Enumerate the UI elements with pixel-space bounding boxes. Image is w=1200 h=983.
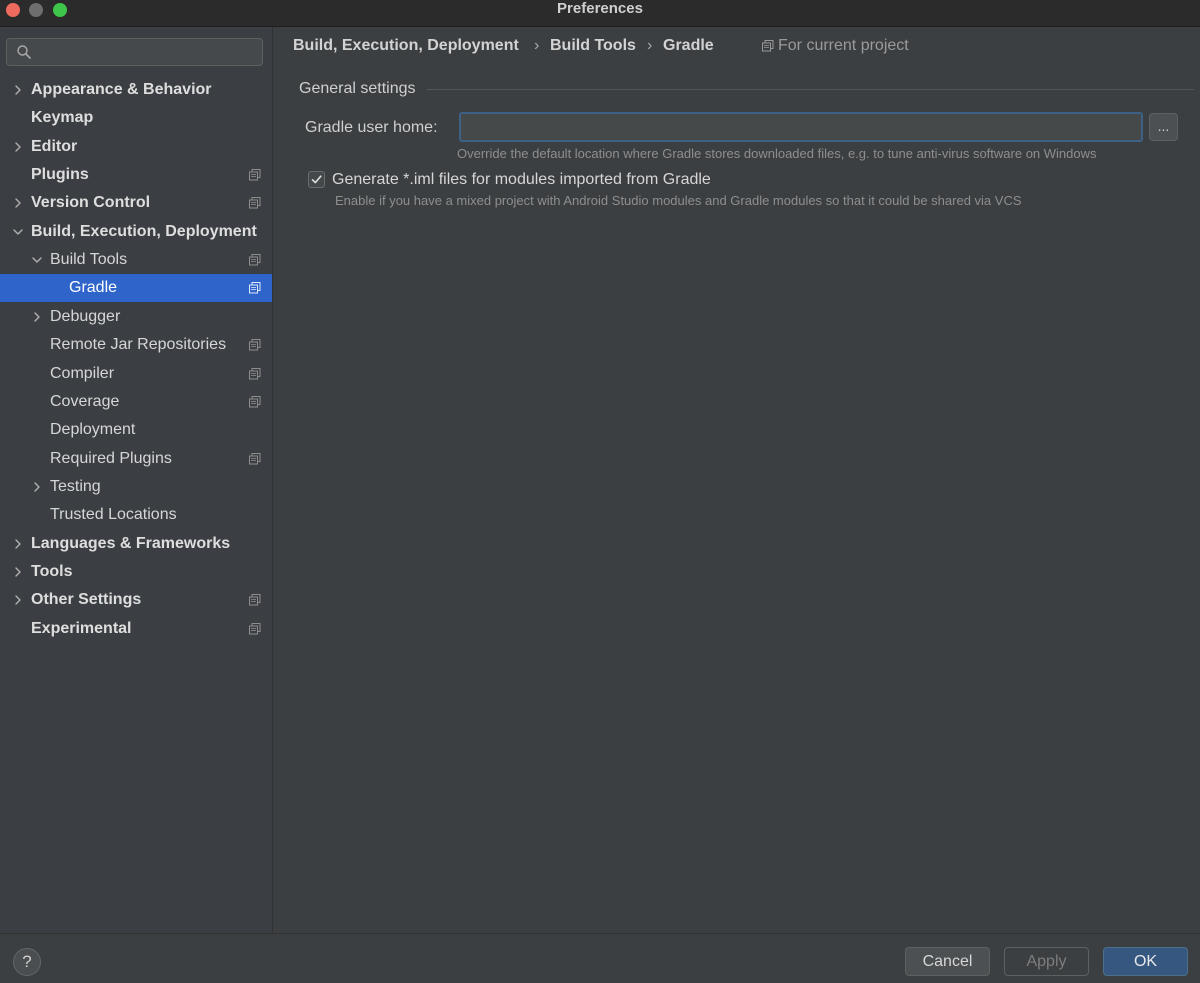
sidebar-item-label: Tools: [31, 562, 73, 580]
section-title: General settings: [299, 80, 416, 97]
settings-sidebar: Appearance & Behavior Keymap Editor Plugins…: [0, 27, 273, 933]
chevron-right-icon[interactable]: [11, 196, 25, 210]
sidebar-item-label: Build, Execution, Deployment: [31, 222, 257, 240]
project-scope-icon: [249, 395, 261, 408]
project-scope-icon: [249, 197, 261, 209]
checkmark-icon: [311, 175, 322, 184]
sidebar-item-label: Testing: [50, 477, 101, 495]
breadcrumb-separator: ›: [647, 37, 653, 54]
sidebar-item-coverage[interactable]: Coverage: [0, 388, 272, 416]
sidebar-item-build-execution-deployment[interactable]: Build, Execution, Deployment: [0, 218, 272, 246]
sidebar-item-editor[interactable]: Editor: [0, 133, 272, 161]
sidebar-item-keymap[interactable]: Keymap: [0, 104, 272, 132]
sidebar-item-label: Plugins: [31, 166, 89, 184]
sidebar-item-other-settings[interactable]: Other Settings: [0, 586, 272, 614]
sidebar-item-label: Compiler: [50, 364, 115, 382]
dialog-footer: ? Cancel Apply OK: [0, 933, 1200, 983]
gradle-user-home-label: Gradle user home:: [305, 119, 438, 136]
sidebar-item-appearance-behavior[interactable]: Appearance & Behavior: [0, 76, 272, 104]
project-scope-icon: [249, 452, 261, 465]
generate-iml-label[interactable]: Generate *.iml files for modules importe…: [332, 170, 711, 190]
sidebar-item-label: Editor: [31, 137, 78, 155]
project-scope-icon: [249, 339, 261, 351]
sidebar-item-label: Version Control: [31, 194, 151, 212]
title-bar: Preferences: [0, 0, 1200, 27]
sidebar-item-debugger[interactable]: Debugger: [0, 303, 272, 331]
sidebar-item-label: Deployment: [50, 421, 136, 439]
sidebar-item-label: Gradle: [69, 279, 118, 297]
project-scope-icon: [762, 40, 774, 52]
cancel-button[interactable]: Cancel: [905, 947, 990, 976]
sidebar-item-label: Required Plugins: [50, 449, 172, 467]
ok-button[interactable]: OK: [1103, 947, 1188, 976]
breadcrumb-item-build-tools: Build Tools: [550, 37, 636, 54]
chevron-right-icon[interactable]: [11, 140, 25, 154]
sidebar-item-label: Languages & Frameworks: [31, 534, 231, 552]
breadcrumb-item-build-execution-deployment: Build, Execution, Deployment: [293, 37, 519, 54]
chevron-right-icon[interactable]: [30, 480, 44, 494]
project-scope-icon: [249, 282, 261, 294]
sidebar-item-label: Other Settings: [31, 591, 142, 609]
generate-iml-checkbox[interactable]: [308, 171, 325, 188]
sidebar-item-languages-frameworks[interactable]: Languages & Frameworks: [0, 530, 272, 558]
breadcrumb-item-gradle: Gradle: [663, 37, 714, 54]
apply-button[interactable]: Apply: [1004, 947, 1089, 976]
preferences-window: Preferences Appearance & Behavior Keymap E…: [0, 0, 1200, 983]
sidebar-item-label: Appearance & Behavior: [31, 81, 212, 98]
project-scope-icon: [249, 254, 261, 266]
sidebar-item-remote-jar-repositories[interactable]: Remote Jar Repositories: [0, 331, 272, 359]
generate-iml-hint: Enable if you have a mixed project with …: [335, 193, 1022, 208]
sidebar-item-required-plugins[interactable]: Required Plugins: [0, 445, 272, 473]
sidebar-item-deployment[interactable]: Deployment: [0, 416, 272, 444]
sidebar-item-tools[interactable]: Tools: [0, 558, 272, 586]
project-scope-icon: [249, 622, 261, 635]
sidebar-item-gradle[interactable]: Gradle: [0, 274, 272, 303]
window-title: Preferences: [557, 0, 643, 17]
sidebar-item-label: Coverage: [50, 392, 120, 410]
gradle-user-home-input[interactable]: [459, 112, 1143, 142]
chevron-right-icon[interactable]: [30, 310, 44, 324]
sidebar-item-plugins[interactable]: Plugins: [0, 161, 272, 189]
sidebar-item-version-control[interactable]: Version Control: [0, 189, 272, 217]
search-icon: [17, 45, 31, 59]
help-button[interactable]: ?: [13, 948, 41, 976]
sidebar-item-label: Build Tools: [50, 251, 128, 269]
sidebar-item-label: Experimental: [31, 619, 132, 637]
chevron-right-icon[interactable]: [11, 537, 25, 551]
chevron-right-icon[interactable]: [11, 83, 25, 97]
project-scope-icon: [249, 169, 261, 181]
settings-search-input[interactable]: [6, 38, 263, 66]
sidebar-item-build-tools[interactable]: Build Tools: [0, 246, 272, 274]
sidebar-item-experimental[interactable]: Experimental: [0, 615, 272, 643]
chevron-right-icon[interactable]: [11, 593, 25, 607]
sidebar-item-label: Remote Jar Repositories: [50, 336, 227, 354]
gradle-user-home-hint: Override the default location where Grad…: [457, 146, 1097, 161]
sidebar-item-label: Debugger: [50, 307, 121, 325]
sidebar-item-label: Trusted Locations: [50, 506, 177, 524]
section-divider: [427, 89, 1194, 90]
breadcrumb-separator: ›: [534, 37, 540, 54]
chevron-down-icon[interactable]: [11, 225, 25, 239]
sidebar-item-label: Keymap: [31, 109, 94, 127]
project-scope-icon: [249, 367, 261, 379]
chevron-right-icon[interactable]: [11, 565, 25, 579]
scope-label: For current project: [778, 37, 909, 54]
project-scope-icon: [249, 594, 261, 606]
chevron-down-icon[interactable]: [30, 253, 44, 267]
sidebar-item-testing[interactable]: Testing: [0, 473, 272, 501]
browse-button[interactable]: ...: [1149, 113, 1178, 141]
sidebar-item-trusted-locations[interactable]: Trusted Locations: [0, 501, 272, 529]
sidebar-item-compiler[interactable]: Compiler: [0, 360, 272, 388]
settings-content: Build, Execution, Deployment › Build Too…: [274, 27, 1200, 933]
